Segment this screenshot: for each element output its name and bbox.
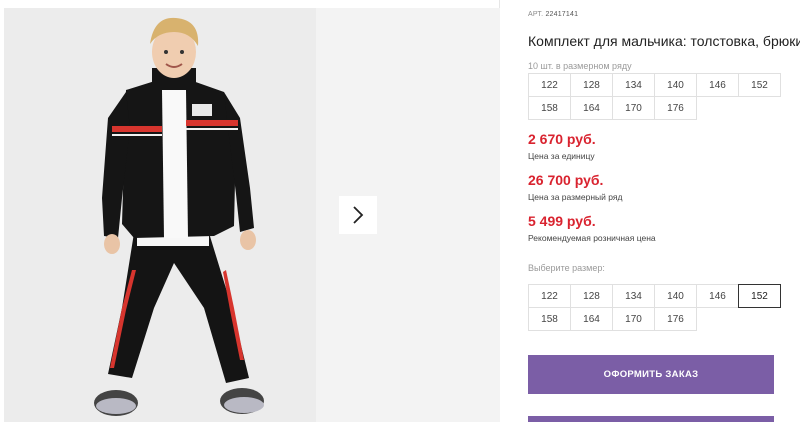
pack-size-cell: 176 [654, 96, 697, 120]
pack-size-cell: 128 [570, 73, 613, 97]
size-option[interactable]: 140 [654, 284, 697, 308]
article-number: АРТ. 22417141 [528, 11, 578, 18]
article-prefix: АРТ. [528, 11, 544, 18]
pack-size-cell: 158 [528, 96, 571, 120]
retail-price: 5 499 руб. [528, 213, 596, 229]
size-selector: 122 128 134 140 146 152 158 164 170 176 [528, 284, 781, 331]
size-option[interactable]: 170 [612, 307, 655, 331]
retail-price-label: Рекомендуемая розничная цена [528, 233, 656, 243]
pack-size-cell: 164 [570, 96, 613, 120]
size-option[interactable]: 128 [570, 284, 613, 308]
pack-size-grid: 122 128 134 140 146 152 158 164 170 176 [528, 73, 781, 120]
boy-in-tracksuit-image [4, 8, 316, 422]
pack-size-cell: 146 [696, 73, 739, 97]
pack-size-cell: 152 [738, 73, 781, 97]
place-order-button[interactable]: ОФОРМИТЬ ЗАКАЗ [528, 355, 774, 394]
pack-label: 10 шт. в размерном ряду [528, 61, 632, 71]
size-option[interactable]: 164 [570, 307, 613, 331]
size-option-selected[interactable]: 152 [738, 284, 781, 308]
product-photo[interactable] [4, 8, 316, 422]
row-price: 26 700 руб. [528, 172, 604, 188]
article-value: 22417141 [545, 11, 579, 18]
size-option[interactable]: 146 [696, 284, 739, 308]
size-option[interactable]: 122 [528, 284, 571, 308]
pack-size-cell: 134 [612, 73, 655, 97]
size-option[interactable]: 158 [528, 307, 571, 331]
next-image-button[interactable] [339, 196, 377, 234]
choose-size-label: Выберите размер: [528, 263, 605, 273]
unit-price-label: Цена за единицу [528, 151, 595, 161]
product-title: Комплект для мальчика: толстовка, брюки [528, 33, 800, 49]
size-option[interactable]: 176 [654, 307, 697, 331]
pack-size-cell: 170 [612, 96, 655, 120]
chevron-right-icon [353, 206, 364, 224]
size-option[interactable]: 134 [612, 284, 655, 308]
row-price-label: Цена за размерный ряд [528, 192, 623, 202]
product-info: АРТ. 22417141 Комплект для мальчика: тол… [528, 0, 800, 422]
product-gallery [0, 0, 500, 422]
unit-price: 2 670 руб. [528, 131, 596, 147]
pack-size-cell: 122 [528, 73, 571, 97]
pack-size-cell: 140 [654, 73, 697, 97]
secondary-action-button[interactable] [528, 416, 774, 422]
